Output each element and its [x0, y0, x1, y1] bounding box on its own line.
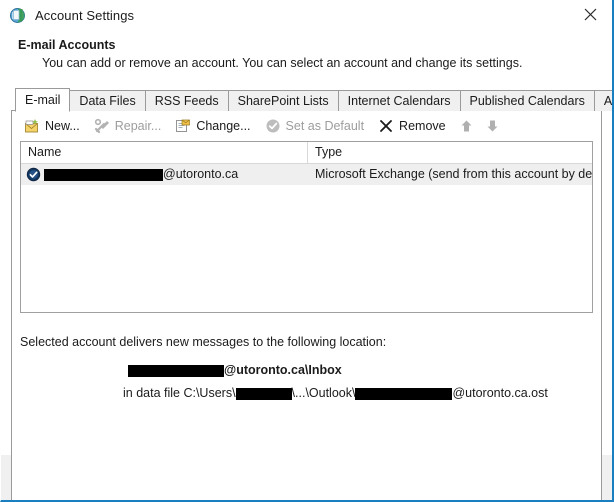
redacted-datafile-name [355, 387, 453, 400]
tab-sharepoint-lists[interactable]: SharePoint Lists [227, 90, 339, 111]
set-as-default-label: Set as Default [285, 119, 365, 133]
account-name-cell: @utoronto.ca [21, 164, 308, 185]
accounts-toolbar: New... Repair... Change... Set as Defaul… [12, 111, 601, 141]
arrow-down-icon [487, 120, 498, 132]
remove-button[interactable]: Remove [372, 114, 452, 138]
tab-data-files[interactable]: Data Files [69, 90, 146, 111]
list-header-row: Name Type [21, 142, 592, 164]
tab-rss-feeds[interactable]: RSS Feeds [144, 90, 229, 111]
redacted-account-name [44, 168, 163, 181]
tab-panel-email: New... Repair... Change... Set as Defaul… [11, 110, 602, 500]
move-down-button[interactable] [480, 114, 506, 138]
window-title: Account Settings [35, 7, 135, 23]
column-header-type[interactable]: Type [308, 142, 592, 163]
new-button[interactable]: New... [18, 114, 86, 138]
tab-address-books[interactable]: Address Books [593, 90, 612, 111]
table-row[interactable]: @utoronto.ca Microsoft Exchange (send fr… [21, 164, 592, 185]
change-button[interactable]: Change... [169, 114, 256, 138]
datafile-middle: \...\Outlook\ [291, 386, 356, 400]
title-bar: Account Settings [1, 0, 612, 30]
column-header-name[interactable]: Name [21, 142, 308, 163]
default-account-check-icon [26, 167, 41, 182]
check-circle-icon [265, 118, 281, 134]
tab-internet-calendars[interactable]: Internet Calendars [337, 90, 461, 111]
close-icon[interactable] [568, 0, 612, 29]
repair-tools-icon [94, 118, 110, 134]
tab-email[interactable]: E-mail [15, 88, 71, 112]
account-type-cell: Microsoft Exchange (send from this accou… [315, 167, 592, 181]
datafile-suffix: @utoronto.ca.ost [452, 386, 548, 400]
repair-button-label: Repair... [114, 119, 162, 133]
page-title: E-mail Accounts [18, 38, 116, 52]
new-mail-icon [24, 118, 40, 134]
remove-x-icon [378, 118, 394, 134]
datafile-prefix: in data file C:\Users\ [123, 386, 236, 400]
delivery-location-block: Selected account delivers new messages t… [12, 313, 601, 400]
delivery-location-label: Selected account delivers new messages t… [20, 335, 387, 349]
tab-strip: E-mail Data Files RSS Feeds SharePoint L… [11, 87, 612, 112]
tab-published-calendars[interactable]: Published Calendars [459, 90, 595, 111]
account-settings-window: Account Settings E-mail Accounts You can… [0, 0, 614, 502]
new-button-label: New... [45, 119, 80, 133]
delivery-datafile-path: in data file C:\Users\ \...\Outlook\ @utor… [20, 386, 601, 400]
repair-button[interactable]: Repair... [88, 114, 168, 138]
accounts-list[interactable]: Name Type @utoronto.ca Microsoft Exchang… [20, 141, 593, 313]
change-button-label: Change... [196, 119, 251, 133]
redacted-mailbox-name [128, 364, 224, 377]
header-block: E-mail Accounts You can add or remove an… [1, 30, 612, 70]
set-as-default-button[interactable]: Set as Default [259, 114, 371, 138]
outlook-globe-icon [9, 6, 27, 24]
arrow-up-icon [461, 120, 472, 132]
tab-area: E-mail Data Files RSS Feeds SharePoint L… [11, 87, 612, 500]
redacted-user-name [235, 387, 292, 400]
remove-button-label: Remove [399, 119, 446, 133]
mailbox-suffix: @utoronto.ca\Inbox [224, 363, 342, 377]
delivery-mailbox-path: @utoronto.ca\Inbox [20, 363, 601, 377]
page-description: You can add or remove an account. You ca… [42, 56, 523, 70]
move-up-button[interactable] [454, 114, 480, 138]
account-name-suffix: @utoronto.ca [163, 167, 239, 181]
change-settings-icon [175, 118, 191, 134]
